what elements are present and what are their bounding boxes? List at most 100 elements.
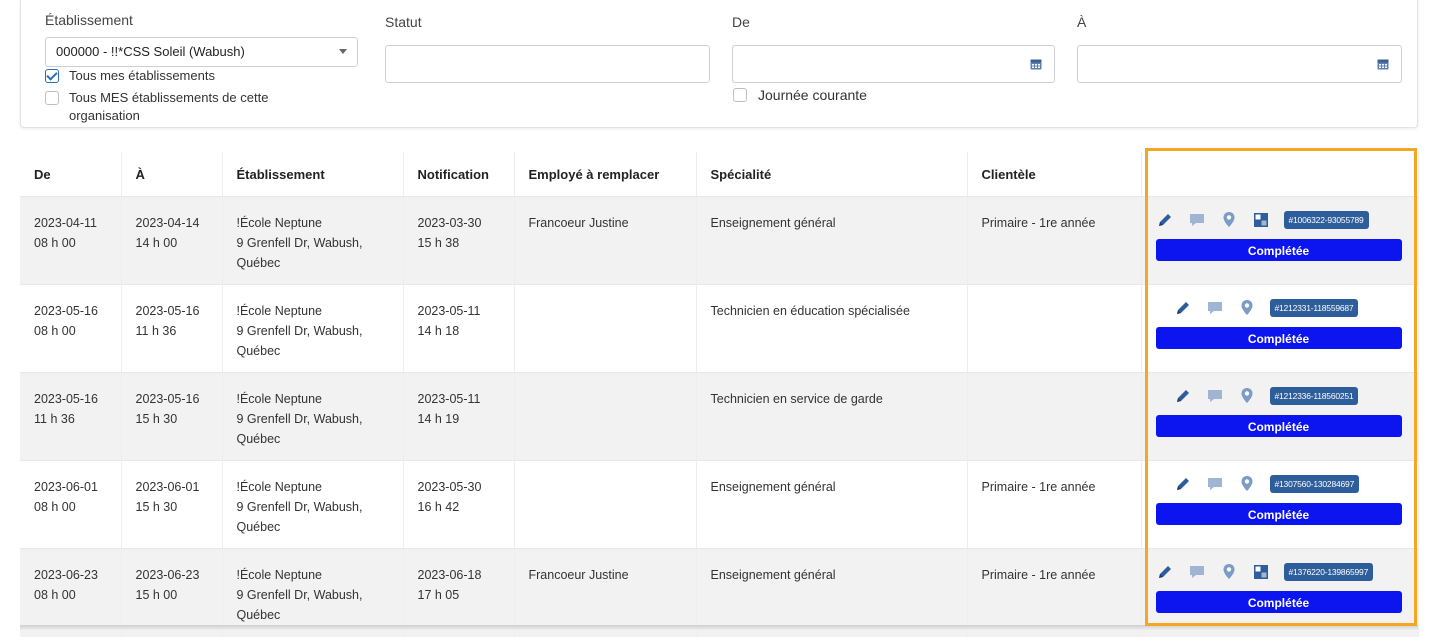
cell-a: 2023-04-14 14 h 00 — [121, 196, 223, 285]
pencil-icon[interactable] — [1174, 299, 1192, 317]
pencil-icon[interactable] — [1156, 563, 1174, 581]
calendar-icon[interactable] — [1377, 58, 1389, 70]
cell-a-line: 15 h 30 — [135, 412, 178, 426]
status-completed-button[interactable]: Complétée — [1155, 591, 1402, 613]
cell-de-line: 11 h 36 — [34, 412, 75, 426]
table-row[interactable]: 2023-05-16 11 h 36 2023-05-16 15 h 30 !École… — [20, 372, 1419, 461]
header-clientele[interactable]: Clientèle — [967, 152, 1142, 197]
header-etablissement[interactable]: Établissement — [222, 152, 404, 197]
cell-a-line: 2023-06-01 — [135, 480, 200, 494]
cell-etab-line: 9 Grenfell Dr, Wabush, — [236, 236, 363, 250]
cell-clientele: Primaire - 1re année — [967, 548, 1142, 637]
cell-specialite: Enseignement général — [696, 196, 968, 285]
tous-mes-checkbox[interactable] — [45, 69, 59, 83]
map-pin-icon[interactable] — [1220, 211, 1238, 229]
cell-etab-line: 9 Grenfell Dr, Wabush, — [236, 412, 363, 426]
cell-notif-line: 2023-05-11 — [417, 304, 481, 318]
statut-label: Statut — [385, 14, 422, 30]
table-row[interactable]: 2023-05-16 08 h 00 2023-05-16 11 h 36 !École… — [20, 284, 1419, 373]
request-id-badge[interactable]: #1212336-118560251 — [1269, 387, 1359, 405]
cell-notification: 2023-05-11 14 h 18 — [403, 284, 515, 373]
cell-de: 2023-06-23 08 h 00 — [20, 548, 122, 637]
etablissement-select[interactable]: 000000 - !!*CSS Soleil (Wabush) — [45, 37, 358, 67]
cell-de: 2023-06-01 08 h 00 — [20, 460, 122, 549]
cell-etablissement: !École Neptune 9 Grenfell Dr, Wabush, Québ… — [222, 372, 404, 461]
cell-etab-line: Québec — [236, 432, 281, 446]
a-label: À — [1077, 14, 1087, 30]
status-completed-button[interactable]: Complétée — [1155, 239, 1402, 261]
cell-de-line: 2023-06-23 — [34, 568, 98, 582]
cell-de: 2023-05-16 08 h 00 — [20, 284, 122, 373]
cell-specialite-text: Technicien en service de garde — [710, 392, 883, 406]
request-id-badge[interactable]: #1307560-130284697 — [1269, 475, 1360, 493]
map-pin-icon[interactable] — [1238, 387, 1256, 405]
cell-clientele: Primaire - 1re année — [967, 196, 1142, 285]
map-pin-icon[interactable] — [1220, 563, 1238, 581]
tous-mes-label: Tous mes établissements — [69, 68, 215, 83]
comment-icon[interactable] — [1188, 211, 1206, 229]
header-de[interactable]: De — [20, 152, 122, 197]
de-date-input[interactable] — [732, 45, 1055, 83]
pencil-icon[interactable] — [1174, 475, 1192, 493]
cell-etab-line: !École Neptune — [236, 480, 322, 494]
comment-icon[interactable] — [1206, 299, 1224, 317]
document-icon[interactable] — [1252, 563, 1270, 581]
cell-a-line: 11 h 36 — [135, 324, 177, 338]
table-row[interactable]: 2023-04-11 08 h 00 2023-04-14 14 h 00 !École… — [20, 196, 1419, 285]
journee-checkbox[interactable] — [733, 88, 747, 102]
status-completed-button[interactable]: Complétée — [1155, 327, 1402, 349]
cell-actions: #1307560-130284697 Complétée — [1141, 460, 1419, 549]
action-icons: #1307560-130284697 — [1156, 473, 1408, 495]
table-bottom-shadow — [20, 625, 1418, 631]
cell-etab-line: 9 Grenfell Dr, Wabush, — [236, 588, 363, 602]
cell-clientele-text: Primaire - 1re année — [981, 568, 1096, 582]
cell-notif-line: 2023-03-30 — [417, 216, 482, 230]
comment-icon[interactable] — [1206, 387, 1224, 405]
cell-etablissement: !École Neptune 9 Grenfell Dr, Wabush, Québ… — [222, 548, 404, 637]
cell-actions: #1006322-93055789 Complétée — [1141, 196, 1419, 285]
pencil-icon[interactable] — [1156, 211, 1174, 229]
document-icon[interactable] — [1252, 211, 1270, 229]
request-id-badge[interactable]: #1376220-139865997 — [1283, 563, 1374, 581]
map-pin-icon[interactable] — [1238, 475, 1256, 493]
header-a[interactable]: À — [121, 152, 223, 197]
header-notification[interactable]: Notification — [403, 152, 515, 197]
status-completed-button[interactable]: Complétée — [1155, 503, 1402, 525]
tous-org-checkbox[interactable] — [45, 91, 59, 105]
cell-etab-line: 9 Grenfell Dr, Wabush, — [236, 324, 363, 338]
cell-notif-line: 14 h 18 — [417, 324, 460, 338]
request-id-badge[interactable]: #1006322-93055789 — [1283, 211, 1369, 229]
table-row[interactable]: 2023-06-23 08 h 00 2023-06-23 15 h 00 !École… — [20, 548, 1419, 637]
cell-etablissement: !École Neptune 9 Grenfell Dr, Wabush, Québ… — [222, 284, 404, 373]
cell-actions: #1376220-139865997 Complétée — [1141, 548, 1419, 637]
table-row[interactable]: 2023-06-01 08 h 00 2023-06-01 15 h 30 !École… — [20, 460, 1419, 549]
cell-notif-line: 2023-06-18 — [417, 568, 482, 582]
comment-icon[interactable] — [1206, 475, 1224, 493]
cell-de: 2023-04-11 08 h 00 — [20, 196, 122, 285]
cell-a: 2023-05-16 11 h 36 — [121, 284, 223, 373]
cell-specialite-text: Technicien en éducation spécialisée — [710, 304, 910, 318]
comment-icon[interactable] — [1188, 563, 1206, 581]
cell-etab-line: !École Neptune — [236, 216, 322, 230]
chevron-down-icon — [339, 49, 347, 54]
request-id-badge[interactable]: #1212331-118559687 — [1269, 299, 1359, 317]
cell-de-line: 2023-04-11 — [34, 216, 98, 230]
header-employe[interactable]: Employé à remplacer — [514, 152, 697, 197]
statut-input[interactable] — [385, 45, 710, 83]
cell-specialite: Technicien en service de garde — [696, 372, 968, 461]
map-pin-icon[interactable] — [1238, 299, 1256, 317]
replacements-table: De À Établissement Notification Employé … — [20, 152, 1419, 637]
status-completed-button[interactable]: Complétée — [1155, 415, 1402, 437]
header-specialite[interactable]: Spécialité — [696, 152, 968, 197]
pencil-icon[interactable] — [1174, 387, 1192, 405]
cell-a-line: 15 h 00 — [135, 588, 178, 602]
cell-notif-line: 2023-05-30 — [417, 480, 482, 494]
cell-etab-line: Québec — [236, 608, 281, 622]
cell-a: 2023-06-23 15 h 00 — [121, 548, 223, 637]
cell-a-line: 2023-05-16 — [135, 304, 200, 318]
calendar-icon[interactable] — [1030, 58, 1042, 70]
cell-employe-text: Francoeur Justine — [528, 568, 629, 582]
action-icons: #1212331-118559687 — [1156, 297, 1408, 319]
a-date-input[interactable] — [1077, 45, 1402, 83]
cell-a-line: 2023-04-14 — [135, 216, 200, 230]
